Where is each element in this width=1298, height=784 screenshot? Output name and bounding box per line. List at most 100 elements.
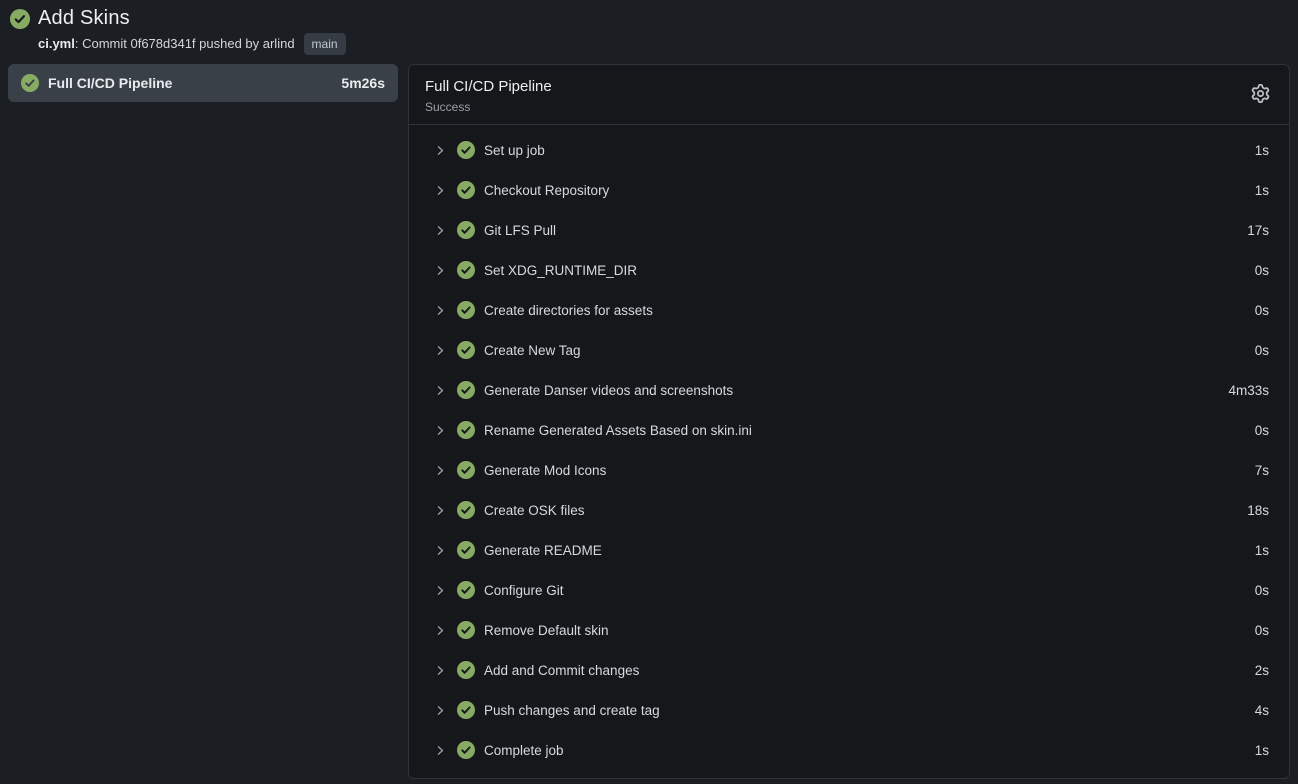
step-status-success-icon (457, 301, 475, 319)
jobs-sidebar: Full CI/CD Pipeline 5m26s (8, 64, 398, 102)
step-row[interactable]: Push changes and create tag 4s (434, 690, 1269, 730)
chevron-right-icon (434, 384, 448, 397)
run-title: Add Skins (38, 7, 130, 30)
run-header: Add Skins ci.yml: Commit 0f678d341f push… (0, 0, 1298, 59)
step-row[interactable]: Git LFS Pull 17s (434, 210, 1269, 250)
sidebar-job-item[interactable]: Full CI/CD Pipeline 5m26s (8, 64, 398, 102)
step-name: Generate README (484, 543, 602, 558)
step-name: Set up job (484, 143, 545, 158)
chevron-right-icon (434, 624, 448, 637)
step-status-success-icon (457, 421, 475, 439)
step-row[interactable]: Configure Git 0s (434, 570, 1269, 610)
actions-run-page: Add Skins ci.yml: Commit 0f678d341f push… (0, 0, 1298, 779)
step-duration: 4m33s (1228, 383, 1269, 398)
step-status-success-icon (457, 541, 475, 559)
step-duration: 1s (1255, 543, 1269, 558)
branch-badge[interactable]: main (304, 33, 346, 55)
step-duration: 0s (1255, 263, 1269, 278)
step-name: Rename Generated Assets Based on skin.in… (484, 423, 752, 438)
job-name: Full CI/CD Pipeline (48, 75, 172, 91)
chevron-right-icon (434, 584, 448, 597)
chevron-right-icon (434, 304, 448, 317)
step-duration: 0s (1255, 583, 1269, 598)
workflow-file-link[interactable]: ci.yml (38, 35, 75, 53)
step-name: Generate Mod Icons (484, 463, 606, 478)
step-duration: 7s (1255, 463, 1269, 478)
step-status-success-icon (457, 141, 475, 159)
chevron-right-icon (434, 144, 448, 157)
step-name: Create New Tag (484, 343, 581, 358)
step-row[interactable]: Rename Generated Assets Based on skin.in… (434, 410, 1269, 450)
step-row[interactable]: Create New Tag 0s (434, 330, 1269, 370)
chevron-right-icon (434, 184, 448, 197)
run-status-success-icon (10, 9, 30, 29)
step-status-success-icon (457, 461, 475, 479)
chevron-right-icon (434, 264, 448, 277)
chevron-right-icon (434, 664, 448, 677)
step-duration: 1s (1255, 143, 1269, 158)
step-status-success-icon (457, 501, 475, 519)
job-status-success-icon (21, 74, 39, 92)
chevron-right-icon (434, 344, 448, 357)
step-duration: 2s (1255, 663, 1269, 678)
chevron-right-icon (434, 704, 448, 717)
step-status-success-icon (457, 181, 475, 199)
job-status-text: Success (425, 100, 552, 114)
chevron-right-icon (434, 224, 448, 237)
step-status-success-icon (457, 701, 475, 719)
step-row[interactable]: Complete job 1s (434, 730, 1269, 770)
step-row[interactable]: Generate Mod Icons 7s (434, 450, 1269, 490)
commit-text: : Commit 0f678d341f pushed by arlind (75, 35, 295, 53)
step-row[interactable]: Set XDG_RUNTIME_DIR 0s (434, 250, 1269, 290)
run-title-row: Add Skins (10, 7, 1288, 30)
step-row[interactable]: Create directories for assets 0s (434, 290, 1269, 330)
step-duration: 1s (1255, 743, 1269, 758)
step-status-success-icon (457, 741, 475, 759)
step-name: Complete job (484, 743, 564, 758)
step-name: Checkout Repository (484, 183, 609, 198)
step-name: Git LFS Pull (484, 223, 556, 238)
step-row[interactable]: Checkout Repository 1s (434, 170, 1269, 210)
chevron-right-icon (434, 424, 448, 437)
step-row[interactable]: Add and Commit changes 2s (434, 650, 1269, 690)
step-duration: 18s (1247, 503, 1269, 518)
chevron-right-icon (434, 544, 448, 557)
settings-gear-icon[interactable] (1251, 84, 1270, 103)
run-subtitle: ci.yml: Commit 0f678d341f pushed by arli… (38, 33, 1288, 55)
step-name: Set XDG_RUNTIME_DIR (484, 263, 637, 278)
step-name: Remove Default skin (484, 623, 609, 638)
step-row[interactable]: Create OSK files 18s (434, 490, 1269, 530)
job-panel-title: Full CI/CD Pipeline (425, 77, 552, 96)
step-name: Generate Danser videos and screenshots (484, 383, 733, 398)
step-duration: 0s (1255, 623, 1269, 638)
step-duration: 0s (1255, 303, 1269, 318)
step-status-success-icon (457, 381, 475, 399)
steps-list: Set up job 1s Checkout Repository 1s Git LFS… (409, 125, 1289, 770)
step-name: Add and Commit changes (484, 663, 639, 678)
step-duration: 1s (1255, 183, 1269, 198)
step-row[interactable]: Set up job 1s (434, 130, 1269, 170)
step-status-success-icon (457, 221, 475, 239)
job-detail-panel: Full CI/CD Pipeline Success Set up job 1s… (408, 64, 1290, 779)
step-row[interactable]: Remove Default skin 0s (434, 610, 1269, 650)
job-duration: 5m26s (341, 75, 385, 91)
chevron-right-icon (434, 504, 448, 517)
step-name: Configure Git (484, 583, 564, 598)
step-status-success-icon (457, 581, 475, 599)
chevron-right-icon (434, 744, 448, 757)
step-row[interactable]: Generate Danser videos and screenshots 4m… (434, 370, 1269, 410)
step-duration: 0s (1255, 423, 1269, 438)
step-name: Create OSK files (484, 503, 585, 518)
step-duration: 17s (1247, 223, 1269, 238)
step-name: Create directories for assets (484, 303, 653, 318)
step-duration: 4s (1255, 703, 1269, 718)
step-status-success-icon (457, 661, 475, 679)
step-row[interactable]: Generate README 1s (434, 530, 1269, 570)
job-panel-header: Full CI/CD Pipeline Success (409, 65, 1289, 125)
step-duration: 0s (1255, 343, 1269, 358)
job-panel-header-text: Full CI/CD Pipeline Success (425, 77, 552, 114)
run-content: Full CI/CD Pipeline 5m26s Full CI/CD Pip… (0, 64, 1298, 779)
step-status-success-icon (457, 341, 475, 359)
step-status-success-icon (457, 621, 475, 639)
step-name: Push changes and create tag (484, 703, 660, 718)
